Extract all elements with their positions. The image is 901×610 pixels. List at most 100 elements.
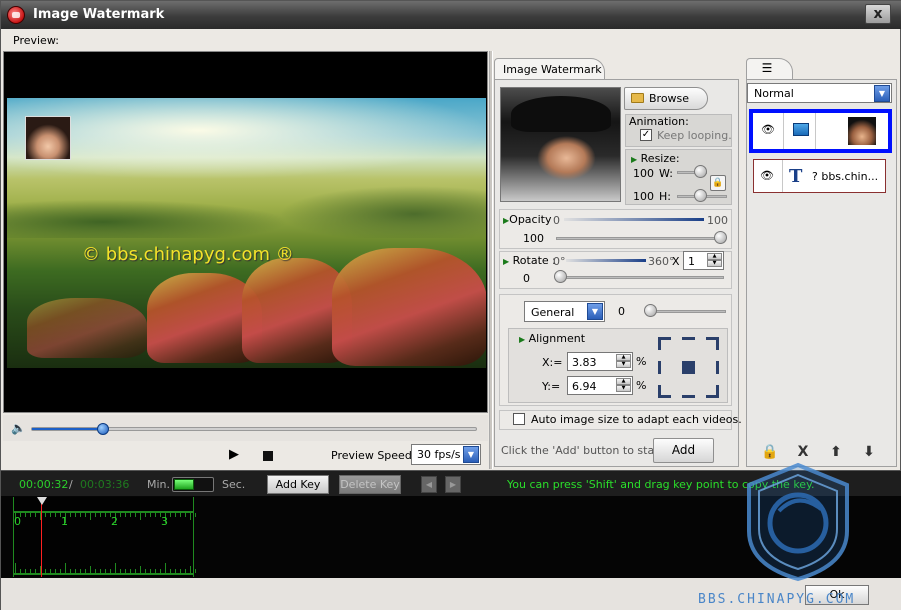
ruler-tick: [150, 569, 151, 573]
expand-triangle-icon: ▶: [631, 155, 638, 164]
rotate-multiplier-spinner[interactable]: 1 ▲ ▼: [683, 251, 724, 270]
lock-aspect-icon[interactable]: 🔒: [710, 175, 726, 191]
window-title: Image Watermark: [33, 7, 165, 22]
spinner-up-icon[interactable]: ▲: [707, 253, 722, 260]
ruler-tick: [75, 569, 76, 573]
align-middle-right-button[interactable]: [706, 361, 719, 374]
watermark-image-overlay[interactable]: [25, 116, 71, 160]
time-unit-toggle-knob: [174, 479, 194, 490]
rotate-label-text: Rotate: [512, 254, 549, 267]
align-bottom-right-button[interactable]: [706, 385, 719, 398]
close-button[interactable]: x: [865, 4, 891, 24]
align-bottom-center-button[interactable]: [682, 385, 695, 398]
align-top-center-button[interactable]: [682, 337, 695, 350]
align-center-button[interactable]: [682, 361, 695, 374]
ruler-tick: [150, 513, 151, 517]
delete-key-button[interactable]: Delete Key: [339, 475, 401, 494]
ruler-tick: [55, 569, 56, 573]
width-slider-handle[interactable]: [694, 165, 707, 178]
spinner-down-icon[interactable]: ▼: [616, 385, 631, 392]
rotate-multiplier-value: 1: [688, 255, 695, 268]
browse-button[interactable]: Browse: [624, 87, 708, 110]
spinner-up-icon[interactable]: ▲: [616, 354, 631, 361]
ruler-tick: [170, 513, 171, 517]
x-percent: %: [636, 355, 647, 368]
align-bottom-left-button[interactable]: [658, 385, 671, 398]
stop-button[interactable]: [263, 451, 273, 461]
ruler-tick: [135, 513, 136, 517]
time-unit-toggle[interactable]: [172, 477, 214, 492]
spinner-buttons[interactable]: ▲ ▼: [707, 253, 722, 268]
opacity-max: 100: [707, 214, 728, 227]
rotate-slider[interactable]: [556, 276, 724, 279]
position-mode-slider-handle[interactable]: [644, 304, 657, 317]
add-button[interactable]: Add: [653, 438, 714, 463]
eye-icon[interactable]: 👁: [759, 121, 777, 139]
ruler-tick: [195, 569, 196, 573]
height-value: 100: [633, 190, 654, 203]
move-up-icon[interactable]: ⬆: [827, 444, 845, 462]
opacity-gradient-track: [564, 218, 704, 221]
position-mode-slider[interactable]: [646, 310, 726, 313]
spinner-up-icon[interactable]: ▲: [616, 378, 631, 385]
spinner-buttons[interactable]: ▲ ▼: [616, 378, 631, 393]
add-key-button[interactable]: Add Key: [267, 475, 329, 494]
current-time: 00:00:32: [19, 478, 69, 491]
lock-icon[interactable]: 🔒: [761, 444, 779, 462]
opacity-slider[interactable]: [556, 237, 724, 240]
ruler-tick: [125, 569, 126, 573]
spinner-buttons[interactable]: ▲ ▼: [616, 354, 631, 369]
opacity-slider-handle[interactable]: [714, 231, 727, 244]
ruler-tick: [135, 569, 136, 573]
preview-speed-select[interactable]: 30 fps/s ▼: [411, 444, 481, 465]
blend-mode-select[interactable]: Normal ▼: [747, 83, 892, 103]
eye-icon[interactable]: 👁: [758, 167, 776, 185]
ruler-tick: [115, 563, 116, 573]
ruler-tick: [195, 513, 196, 517]
layer-divider: [815, 113, 816, 149]
ruler-tick: [30, 569, 31, 573]
ruler-tick: [35, 569, 36, 573]
rotate-slider-handle[interactable]: [554, 270, 567, 283]
ruler-tick: [175, 513, 176, 517]
watermark-image-preview: [500, 87, 621, 202]
align-top-left-button[interactable]: [658, 337, 671, 350]
delete-layer-button[interactable]: X: [794, 444, 812, 462]
ruler-label: 0: [14, 515, 21, 528]
keep-looping-checkbox[interactable]: ✓: [640, 129, 652, 141]
playhead-marker-icon[interactable]: [37, 497, 47, 505]
height-label: H:: [659, 190, 671, 203]
spinner-down-icon[interactable]: ▼: [707, 260, 722, 267]
rotate-max: 360°: [648, 255, 675, 268]
previous-key-icon[interactable]: ◀: [421, 476, 437, 493]
play-button[interactable]: ▶: [229, 447, 239, 462]
preview-speed-label: Preview Speed:: [331, 449, 416, 462]
ruler-tick: [70, 513, 71, 517]
scene-hills: [7, 158, 486, 238]
seek-handle[interactable]: [97, 423, 110, 435]
timeline-playhead[interactable]: [41, 497, 42, 577]
x-spinner[interactable]: 3.83 ▲ ▼: [567, 352, 633, 371]
tab-image-watermark[interactable]: Image Watermark: [494, 58, 605, 80]
seek-bar[interactable]: [31, 423, 477, 435]
volume-icon[interactable]: 🔈: [11, 421, 26, 435]
position-mode-select[interactable]: General ▼: [524, 301, 605, 322]
spinner-down-icon[interactable]: ▼: [616, 361, 631, 368]
ruler-label: 1: [61, 515, 68, 528]
panel-splitter[interactable]: [489, 51, 493, 469]
align-top-right-button[interactable]: [706, 337, 719, 350]
move-down-icon[interactable]: ⬇: [860, 444, 878, 462]
layer-item-image[interactable]: 👁: [749, 109, 892, 153]
blend-mode-value: Normal: [754, 87, 794, 100]
layer-item-text[interactable]: 👁 T ? bbs.chin...: [753, 159, 886, 193]
ruler-tick: [160, 569, 161, 573]
ruler-tick: [140, 566, 141, 573]
height-slider-handle[interactable]: [694, 189, 707, 202]
watermark-text-overlay[interactable]: © bbs.chinapyg.com ®: [82, 244, 294, 265]
ruler-tick: [15, 563, 16, 573]
opacity-value: 100: [523, 232, 544, 245]
next-key-icon[interactable]: ▶: [445, 476, 461, 493]
align-middle-left-button[interactable]: [658, 361, 671, 374]
y-spinner[interactable]: 6.94 ▲ ▼: [567, 376, 633, 395]
auto-size-checkbox[interactable]: [513, 413, 525, 425]
